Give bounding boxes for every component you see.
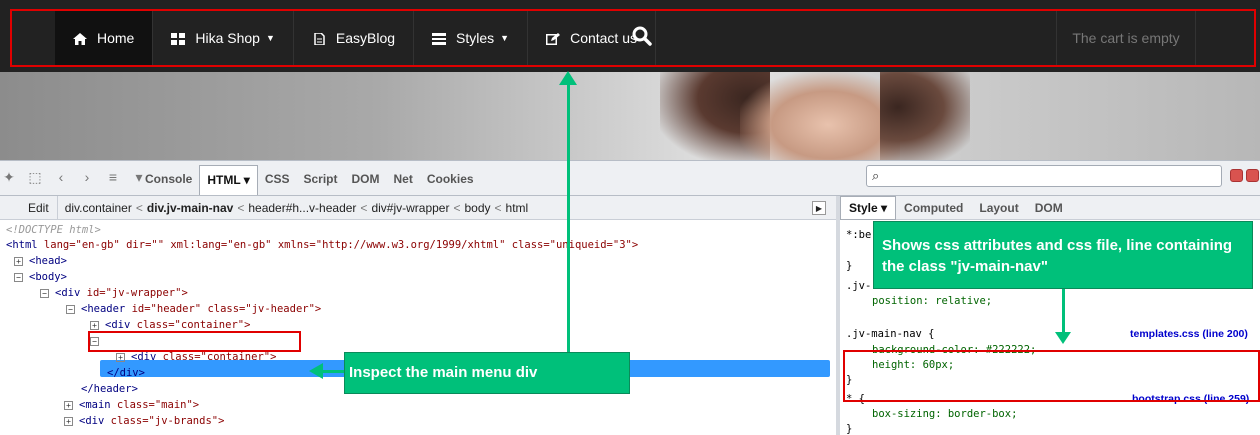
selected-node-highlight-box <box>88 331 301 352</box>
banner-photo-face <box>740 72 900 160</box>
breadcrumb-path: div.container < div.jv-main-nav < header#h..… <box>64 200 529 215</box>
back-icon[interactable]: ‹ <box>52 167 70 187</box>
tab-style[interactable]: Style ▾ <box>840 195 897 220</box>
tree-line-wrapper[interactable]: − <div id="jv-wrapper"> <box>40 285 188 301</box>
css-rule-highlight-box <box>843 350 1260 402</box>
side-panel-tabs: Style ▾ Computed Layout DOM <box>840 195 1260 220</box>
tree-line-main[interactable]: + <main class="main"> <box>64 397 199 413</box>
breadcrumb-item[interactable]: div.container <box>65 201 132 215</box>
html-tree-panel: <!DOCTYPE html> <html lang="en-gb" dir="… <box>0 220 836 435</box>
firebug-bug-icon[interactable]: ✦ <box>0 167 18 187</box>
screenshot-root: Home Hika Shop ▼ EasyBlog Styles ▼ Conta… <box>0 0 1260 435</box>
rule-close: } <box>846 423 853 435</box>
menu-icon[interactable]: ≡ <box>104 167 122 187</box>
banner-image <box>0 72 1260 160</box>
tab-layout[interactable]: Layout <box>971 197 1026 219</box>
firebug-toolbar: ✦ ⬚ ‹ › ≡ ▾ Console HTML ▾ CSS Script DO… <box>0 160 1260 196</box>
minimize-icon[interactable] <box>1230 169 1243 182</box>
tree-line-div-close: </div> <box>107 367 145 379</box>
breadcrumb-item[interactable]: html <box>506 201 529 215</box>
rule-property[interactable]: box-sizing: border-box; <box>872 406 1017 422</box>
tab-side-dom[interactable]: DOM <box>1027 197 1071 219</box>
collapse-panel-icon[interactable]: ▶ <box>812 201 826 215</box>
tree-line-html[interactable]: <html lang="en-gb" dir="" xml:lang="en-g… <box>6 237 638 253</box>
inspect-callout: Inspect the main menu div <box>344 352 630 394</box>
breadcrumb-item[interactable]: header#h...v-header <box>248 201 356 215</box>
tab-net[interactable]: Net <box>387 165 420 195</box>
rule-selector: *:be <box>846 229 872 241</box>
firebug-tabs: Console HTML ▾ CSS Script DOM Net Cookie… <box>138 165 481 195</box>
search-icon: ⌕ <box>872 168 880 183</box>
tab-cookies[interactable]: Cookies <box>420 165 481 195</box>
css-callout: Shows css attributes and css file, line … <box>873 221 1253 289</box>
firebug-toolbar-icons: ✦ ⬚ ‹ › ≡ ▾ <box>0 167 148 187</box>
arrow-head-left-icon <box>309 363 323 379</box>
edit-button[interactable]: Edit <box>0 195 58 220</box>
tree-line-doctype: <!DOCTYPE html> <box>6 224 101 236</box>
banner-photo-detail <box>880 72 970 160</box>
tree-line-header[interactable]: − <header id="header" class="jv-header"> <box>66 301 321 317</box>
tab-script[interactable]: Script <box>297 165 345 195</box>
breadcrumb-item[interactable]: div#jv-wrapper <box>371 201 449 215</box>
arrow-head-up-icon <box>559 71 577 85</box>
breadcrumb-item[interactable]: body <box>464 201 490 215</box>
tab-dom[interactable]: DOM <box>345 165 387 195</box>
tree-line-header-close: </header> <box>81 383 138 395</box>
arrow-head-down-icon <box>1055 332 1071 344</box>
tab-computed[interactable]: Computed <box>896 197 971 219</box>
site-navbar: Home Hika Shop ▼ EasyBlog Styles ▼ Conta… <box>0 0 1260 72</box>
annotation-arrow <box>322 370 346 373</box>
tab-html[interactable]: HTML ▾ <box>199 165 258 195</box>
tree-line-head[interactable]: + <head> <box>14 253 67 269</box>
rule-property[interactable]: position: relative; <box>872 293 992 309</box>
rule-close: } <box>846 260 853 272</box>
tree-line-brands[interactable]: + <div class="jv-brands"> <box>64 413 224 429</box>
main-menu-highlight-box <box>10 9 1256 67</box>
annotation-arrow <box>567 84 570 352</box>
css-source-link[interactable]: templates.css (line 200) <box>1130 328 1248 340</box>
forward-icon[interactable]: › <box>78 167 96 187</box>
html-breadcrumb: Edit div.container < div.jv-main-nav < heade… <box>0 195 836 220</box>
breadcrumb-item-current[interactable]: div.jv-main-nav <box>147 201 233 215</box>
rule-selector: .jv-main-nav { <box>846 328 935 340</box>
tab-console[interactable]: Console <box>138 165 199 195</box>
firebug-search-input[interactable]: ⌕ <box>866 165 1222 187</box>
inspect-icon[interactable]: ⬚ <box>26 167 44 187</box>
annotation-arrow <box>1062 289 1065 334</box>
tree-line-body[interactable]: − <body> <box>14 269 67 285</box>
rule-selector: .jv- <box>846 280 872 292</box>
close-icon[interactable] <box>1246 169 1259 182</box>
tab-css[interactable]: CSS <box>258 165 297 195</box>
